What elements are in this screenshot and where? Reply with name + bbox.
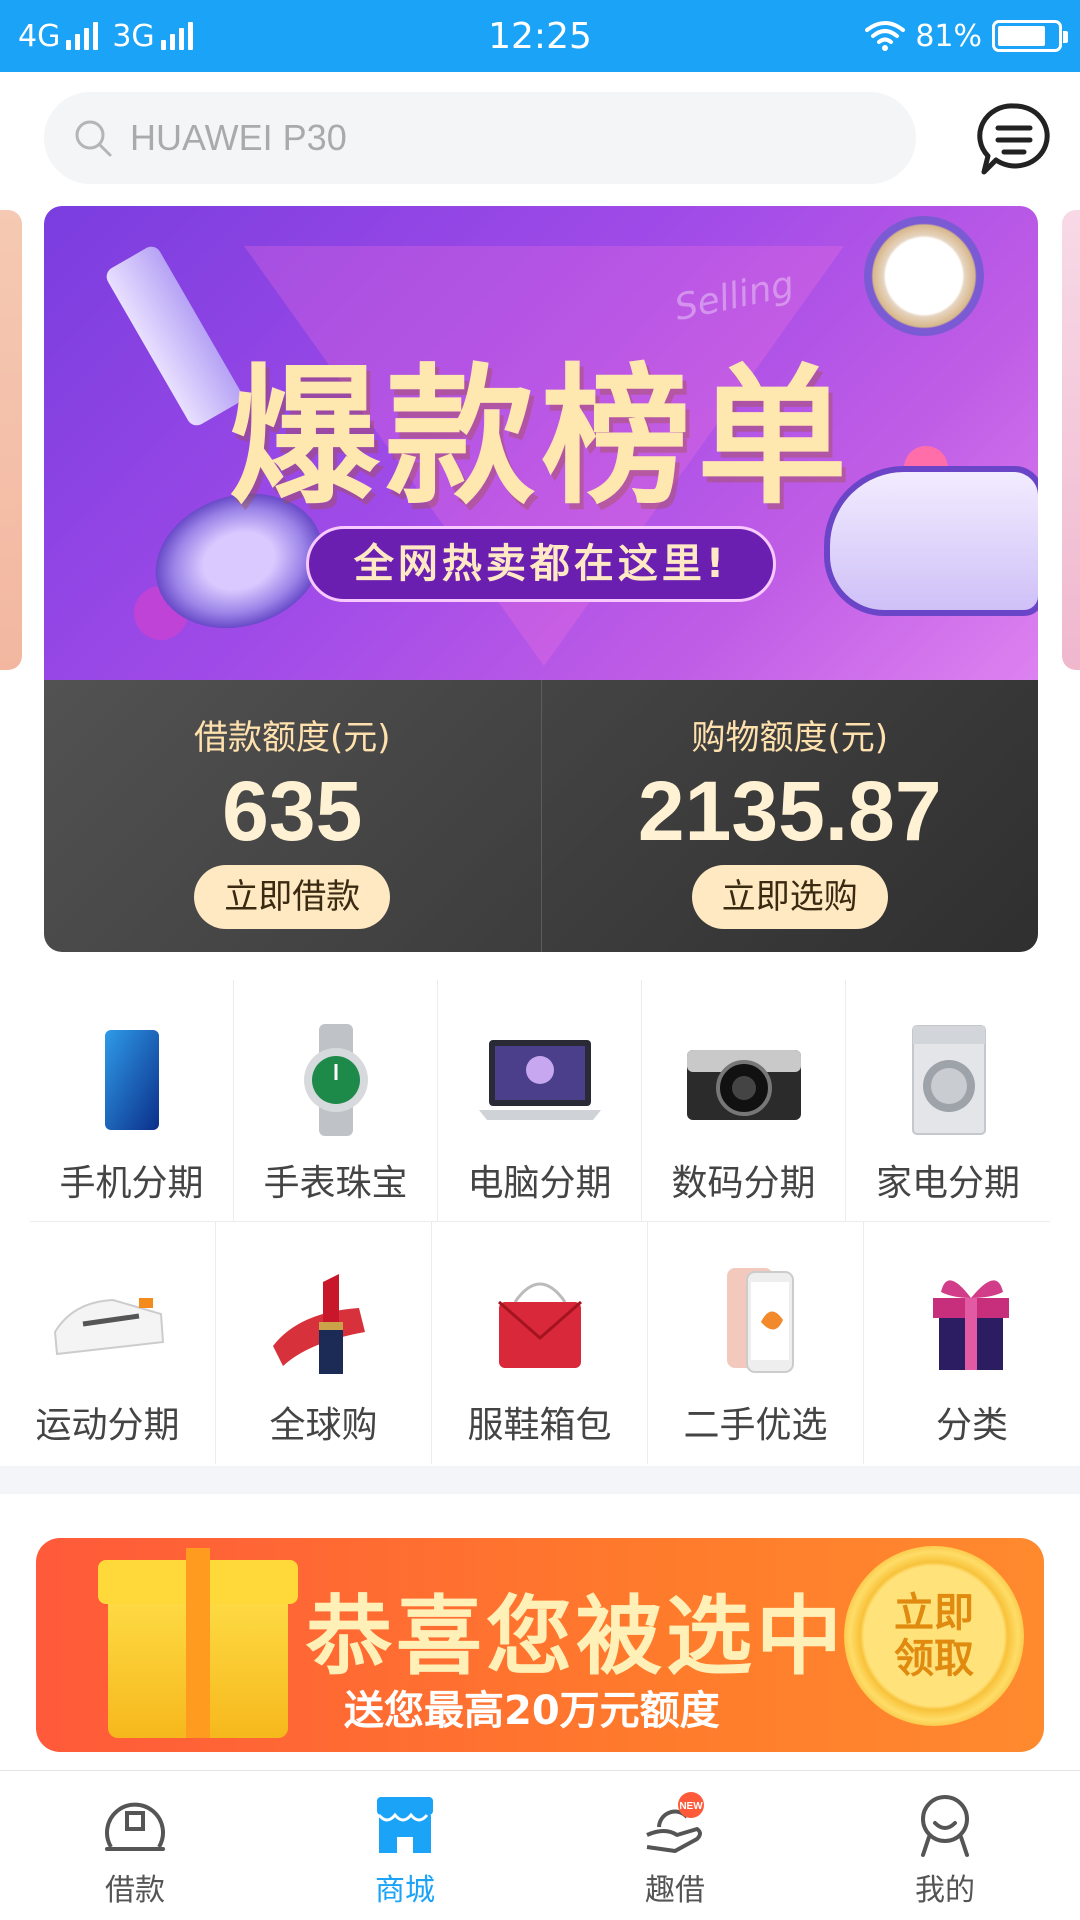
gift-box-image: [98, 1508, 298, 1738]
loan-credit-label: 借款额度(元): [193, 718, 391, 758]
search-icon: [75, 120, 112, 157]
tab-label: 趣借: [645, 1873, 705, 1908]
handbag-icon: [497, 1282, 582, 1368]
category-row: 运动分期 全球购 服鞋箱包 二手优选 分类: [0, 1222, 1080, 1464]
tab-store[interactable]: 商城: [270, 1771, 540, 1920]
credit-panel: 借款额度(元) 635 立即借款 购物额度(元) 2135.87 立即选购: [44, 680, 1038, 952]
search-input[interactable]: [130, 117, 830, 159]
tab-label: 借款: [105, 1873, 165, 1908]
category-phone[interactable]: 手机分期: [30, 980, 234, 1221]
promo-banner[interactable]: 恭喜您被选中! 送您最高20万元额度 立即领取: [36, 1538, 1044, 1752]
category-label: 分类: [935, 1405, 1008, 1446]
hot-list-banner[interactable]: Selling 爆款榜单 全网热卖都在这里!: [44, 206, 1038, 680]
washing-machine-icon: [912, 1025, 986, 1135]
phone-icon: [104, 1030, 159, 1130]
category-label: 电脑分期: [467, 1163, 612, 1204]
category-label: 运动分期: [35, 1405, 180, 1446]
category-all[interactable]: 分类: [864, 1222, 1080, 1464]
tab-fun-loan[interactable]: NEW 趣借: [540, 1771, 810, 1920]
category-appliance[interactable]: 家电分期: [846, 980, 1050, 1221]
shop-now-button[interactable]: 立即选购: [691, 865, 888, 929]
borrow-now-button[interactable]: 立即借款: [194, 865, 391, 929]
category-watch[interactable]: 手表珠宝: [234, 980, 438, 1221]
tab-label: 商城: [375, 1873, 435, 1908]
carousel-next-peek[interactable]: [1062, 210, 1080, 670]
watch-icon: [303, 1024, 368, 1136]
category-label: 手机分期: [59, 1163, 204, 1204]
promo-title: 恭喜您被选中!: [306, 1587, 890, 1687]
category-label: 数码分期: [671, 1163, 816, 1204]
status-right: 81%: [865, 18, 1068, 54]
network-4g: 4G: [18, 18, 99, 54]
claim-now-label: 立即领取: [894, 1590, 974, 1682]
laptop-icon: [478, 1040, 601, 1120]
loan-icon: [105, 1802, 165, 1851]
wifi-icon: [865, 21, 906, 51]
shopping-credit: 购物额度(元) 2135.87 立即选购: [540, 680, 1039, 952]
network-3g: 3G: [112, 18, 193, 54]
battery-icon: [992, 20, 1068, 52]
tab-me[interactable]: 我的: [810, 1771, 1080, 1920]
section-divider: [0, 1466, 1080, 1494]
loan-credit-value: 635: [222, 764, 363, 858]
new-badge: NEW: [679, 1801, 703, 1812]
search-bar[interactable]: [44, 92, 916, 184]
banner-subtitle: 全网热卖都在这里!: [306, 526, 776, 602]
iphone-icon: [726, 1268, 794, 1373]
category-global[interactable]: 全球购: [216, 1222, 432, 1464]
store-icon: [377, 1797, 433, 1853]
status-bar: 4G 3G 12:25 81%: [0, 0, 1080, 72]
carousel-prev-peek[interactable]: [0, 210, 22, 670]
loan-credit: 借款额度(元) 635 立即借款: [44, 680, 541, 952]
category-secondhand[interactable]: 二手优选: [648, 1222, 864, 1464]
search-row: [44, 92, 1050, 184]
signal-icon: [66, 22, 99, 50]
network-4g-label: 4G: [18, 18, 61, 54]
category-label: 二手优选: [683, 1405, 828, 1446]
category-row: 手机分期 手表珠宝 电脑分期 数码分期 家电分期: [30, 980, 1050, 1222]
gift-icon: [933, 1280, 1009, 1370]
hand-coin-icon: NEW: [646, 1792, 704, 1853]
shopping-credit-label: 购物额度(元): [691, 718, 889, 758]
network-3g-label: 3G: [112, 18, 155, 54]
shopping-credit-value: 2135.87: [637, 764, 942, 858]
bottom-tab-bar: 借款 商城 NEW 趣借 我的: [0, 1770, 1080, 1920]
category-apparel[interactable]: 服鞋箱包: [432, 1222, 648, 1464]
sneaker-icon: [53, 1298, 164, 1356]
profile-icon: [921, 1795, 969, 1857]
category-label: 全球购: [269, 1405, 378, 1446]
category-label: 服鞋箱包: [467, 1405, 612, 1446]
category-grid: 手机分期 手表珠宝 电脑分期 数码分期 家电分期 运动分期 全球购 服鞋箱包 二…: [0, 980, 1080, 1464]
category-label: 家电分期: [875, 1163, 1020, 1204]
banner-title: 爆款榜单: [228, 351, 853, 525]
network-indicators: 4G 3G: [18, 19, 193, 54]
message-icon[interactable]: [974, 100, 1054, 180]
tab-loan[interactable]: 借款: [0, 1771, 270, 1920]
signal-icon: [160, 22, 193, 50]
claim-now-button[interactable]: 立即领取: [844, 1546, 1024, 1726]
category-camera[interactable]: 数码分期: [642, 980, 846, 1221]
category-label: 手表珠宝: [263, 1163, 408, 1204]
battery-percent: 81%: [915, 18, 982, 54]
tab-label: 我的: [915, 1873, 975, 1908]
category-laptop[interactable]: 电脑分期: [438, 980, 642, 1221]
camera-icon: [686, 1050, 801, 1120]
lipstick-icon: [272, 1274, 365, 1374]
category-sports[interactable]: 运动分期: [0, 1222, 216, 1464]
promo-subtitle: 送您最高20万元额度: [344, 1688, 720, 1734]
